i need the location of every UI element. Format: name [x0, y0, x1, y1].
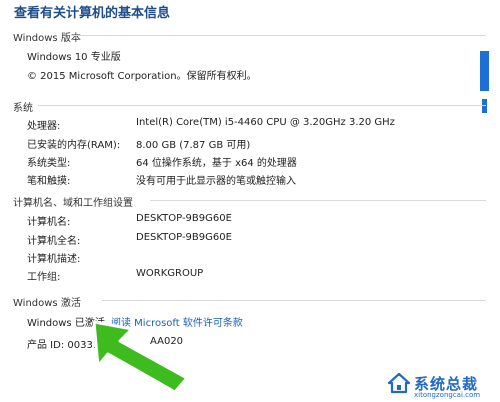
- watermark-url: xitongzongcai.com: [414, 391, 481, 399]
- watermark-logo: 系统总裁 xitongzongcai.com: [388, 372, 480, 399]
- house-icon: [388, 372, 410, 394]
- green-arrow-icon: [92, 320, 189, 394]
